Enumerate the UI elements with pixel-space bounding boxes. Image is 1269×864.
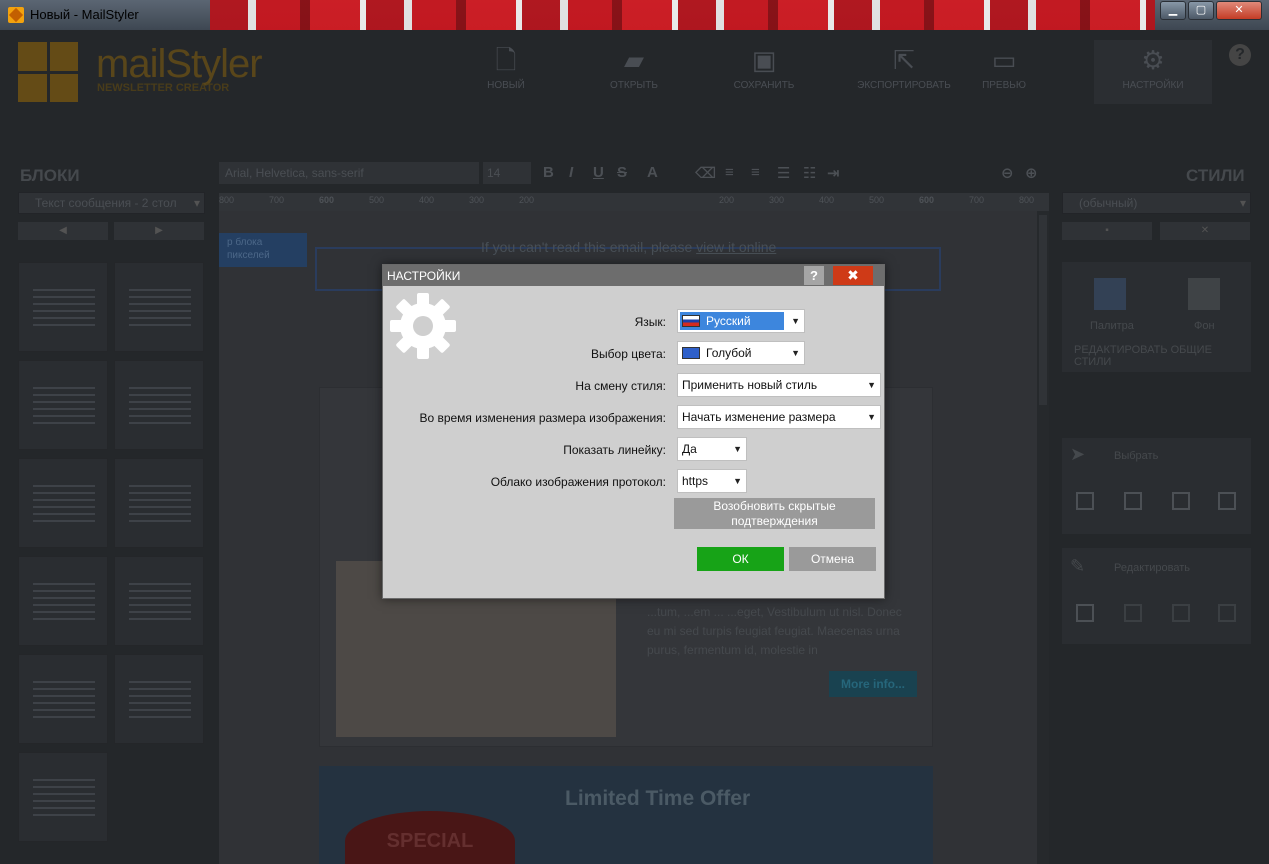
settings-dialog: НАСТРОЙКИ ? ✖ Язык: Русский ▼ Выбор цвет…: [382, 264, 885, 599]
russia-flag-icon: [682, 315, 700, 327]
restore-confirmations-button[interactable]: Возобновить скрытые подтверждения: [674, 498, 875, 529]
app-icon: [8, 7, 24, 23]
window-titlebar[interactable]: Новый - MailStyler ▁ ▢ ✕: [0, 0, 1269, 30]
maximize-button[interactable]: ▢: [1188, 1, 1214, 20]
cloud-protocol-value: https: [682, 474, 709, 488]
dropdown-arrow-icon: ▼: [867, 412, 876, 422]
dialog-help-button[interactable]: ?: [804, 266, 824, 285]
language-value: Русский: [706, 314, 751, 328]
style-change-select[interactable]: Применить новый стиль ▼: [677, 373, 881, 397]
dropdown-arrow-icon: ▼: [791, 316, 800, 326]
cloud-protocol-label: Облако изображения протокол:: [490, 475, 666, 489]
restore-button-line: подтверждения: [731, 514, 818, 528]
image-resize-select[interactable]: Начать изменение размера ▼: [677, 405, 881, 429]
minimize-button[interactable]: ▁: [1160, 1, 1186, 20]
show-ruler-label: Показать линейку:: [563, 443, 666, 457]
dropdown-arrow-icon: ▼: [791, 348, 800, 358]
dropdown-arrow-icon: ▼: [733, 444, 742, 454]
restore-button-line: Возобновить скрытые: [713, 499, 836, 513]
gear-icon: [390, 293, 456, 359]
color-swatch: [682, 347, 700, 359]
style-change-label: На смену стиля:: [575, 379, 666, 393]
dialog-close-button[interactable]: ✖: [833, 266, 873, 285]
window-title: Новый - MailStyler: [30, 7, 139, 22]
style-change-value: Применить новый стиль: [682, 378, 818, 392]
cloud-protocol-select[interactable]: https ▼: [677, 469, 747, 493]
show-ruler-select[interactable]: Да ▼: [677, 437, 747, 461]
dialog-header[interactable]: НАСТРОЙКИ ? ✖: [383, 265, 884, 286]
close-window-button[interactable]: ✕: [1216, 1, 1262, 20]
image-resize-label: Во время изменения размера изображения:: [419, 411, 666, 425]
image-resize-value: Начать изменение размера: [682, 410, 836, 424]
cancel-button[interactable]: Отмена: [789, 547, 876, 571]
color-choice-label: Выбор цвета:: [591, 347, 666, 361]
show-ruler-value: Да: [682, 442, 697, 456]
ok-button[interactable]: ОК: [697, 547, 784, 571]
titlebar-decoration: [210, 0, 1155, 30]
dialog-title: НАСТРОЙКИ: [387, 269, 461, 283]
language-label: Язык:: [634, 315, 666, 329]
language-select[interactable]: Русский ▼: [677, 309, 805, 333]
color-value: Голубой: [706, 346, 752, 360]
dropdown-arrow-icon: ▼: [733, 476, 742, 486]
color-select[interactable]: Голубой ▼: [677, 341, 805, 365]
dropdown-arrow-icon: ▼: [867, 380, 876, 390]
